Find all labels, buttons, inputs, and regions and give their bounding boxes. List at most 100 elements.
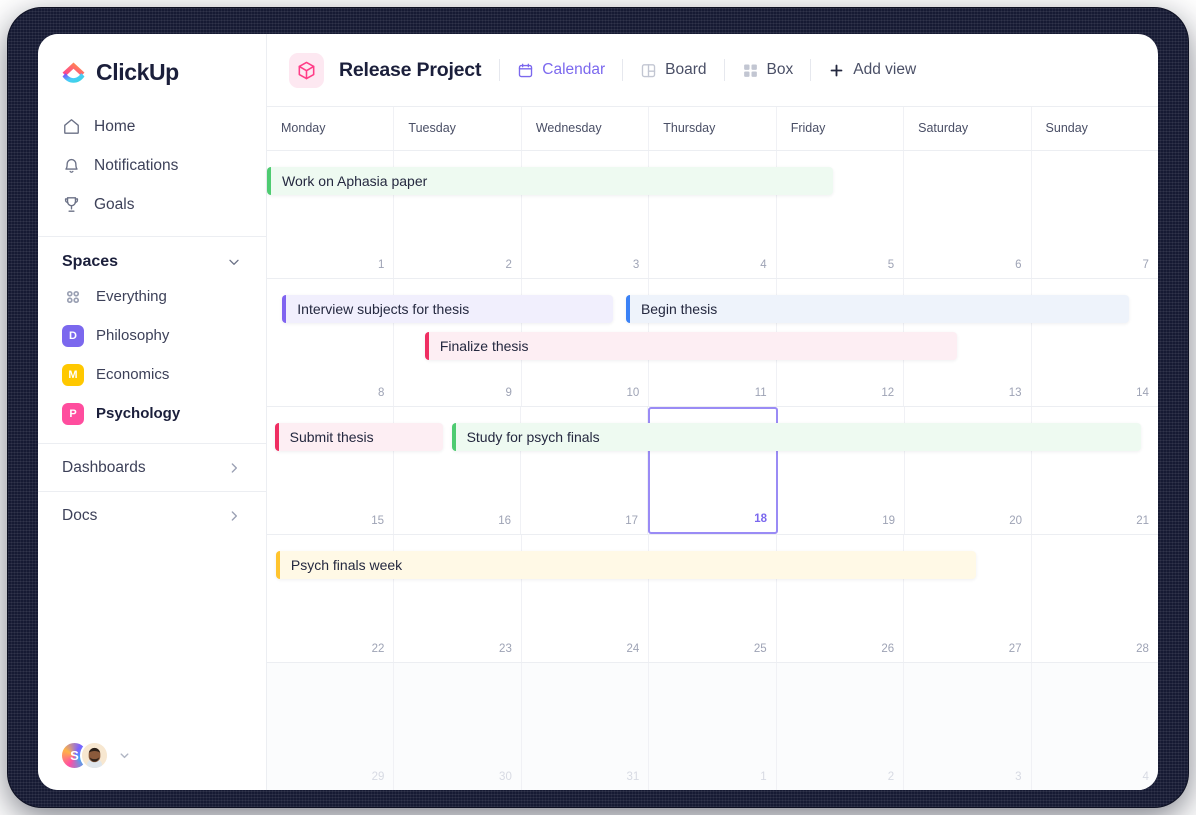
grid-dots-icon xyxy=(62,286,84,308)
day-number: 14 xyxy=(1136,387,1149,399)
event-label: Work on Aphasia paper xyxy=(271,173,427,189)
trophy-icon xyxy=(62,195,81,214)
calendar-weeks: 1234567Work on Aphasia paper891011121314… xyxy=(267,151,1158,790)
space-badge: P xyxy=(62,403,84,425)
sidebar-item-economics[interactable]: M Economics xyxy=(38,355,266,394)
day-number: 12 xyxy=(881,387,894,399)
sidebar-item-label: Dashboards xyxy=(62,459,146,477)
space-label: Everything xyxy=(96,288,167,305)
chevron-right-icon xyxy=(226,460,242,476)
space-label: Psychology xyxy=(96,405,180,422)
box-icon xyxy=(742,62,759,79)
tab-calendar[interactable]: Calendar xyxy=(500,53,622,87)
weekday-thursday: Thursday xyxy=(649,107,776,150)
space-label: Economics xyxy=(96,366,169,383)
day-number: 26 xyxy=(881,643,894,655)
chevron-down-icon[interactable] xyxy=(118,749,131,762)
sidebar-item-label: Home xyxy=(94,118,135,136)
user-avatar[interactable] xyxy=(80,741,109,770)
calendar-event[interactable]: Study for psych finals xyxy=(452,423,1142,451)
sidebar-item-goals[interactable]: Goals xyxy=(38,185,266,224)
day-number: 3 xyxy=(1015,771,1021,783)
day-number: 21 xyxy=(1136,515,1149,527)
day-number: 6 xyxy=(1015,259,1021,271)
day-number: 24 xyxy=(626,643,639,655)
clickup-logo-icon xyxy=(60,59,87,86)
calendar-event[interactable]: Finalize thesis xyxy=(425,332,957,360)
brand-logo[interactable]: ClickUp xyxy=(38,34,266,86)
day-number: 27 xyxy=(1009,643,1022,655)
calendar-day-cell[interactable]: 28 xyxy=(1032,535,1158,662)
day-number: 29 xyxy=(372,771,385,783)
topbar: Release Project Calendar Board xyxy=(267,34,1158,107)
add-view-button[interactable]: Add view xyxy=(811,53,933,87)
board-icon xyxy=(640,62,657,79)
sidebar-item-dashboards[interactable]: Dashboards xyxy=(38,443,266,491)
calendar-day-cell[interactable]: 4 xyxy=(1032,663,1158,790)
sidebar-item-label: Goals xyxy=(94,196,135,214)
sidebar: ClickUp Home Notifications xyxy=(38,34,267,790)
calendar-day-cell[interactable]: 3 xyxy=(904,663,1031,790)
sidebar-item-psychology[interactable]: P Psychology xyxy=(38,394,266,433)
day-number: 9 xyxy=(505,387,511,399)
day-number: 10 xyxy=(626,387,639,399)
day-number: 30 xyxy=(499,771,512,783)
calendar-day-cell[interactable]: 31 xyxy=(522,663,649,790)
plus-icon xyxy=(828,62,845,79)
sidebar-item-label: Docs xyxy=(62,507,97,525)
calendar-event[interactable]: Psych finals week xyxy=(276,551,976,579)
calendar-event[interactable]: Begin thesis xyxy=(626,295,1129,323)
sidebar-item-philosophy[interactable]: D Philosophy xyxy=(38,316,266,355)
project-icon-wrap xyxy=(289,53,324,88)
calendar-day-cells: 29 30 31 1 2 3 4 xyxy=(267,663,1158,790)
add-view-label: Add view xyxy=(853,61,916,79)
day-number: 22 xyxy=(372,643,385,655)
sidebar-item-notifications[interactable]: Notifications xyxy=(38,146,266,185)
chevron-down-icon[interactable] xyxy=(226,254,242,270)
event-label: Finalize thesis xyxy=(429,338,529,354)
app-window: ClickUp Home Notifications xyxy=(38,34,1158,790)
day-number: 17 xyxy=(625,515,638,527)
primary-nav: Home Notifications Goals xyxy=(38,107,266,224)
event-label: Study for psych finals xyxy=(456,429,600,445)
main-content: Release Project Calendar Board xyxy=(267,34,1158,790)
calendar-day-cell[interactable]: 29 xyxy=(267,663,394,790)
calendar-day-cell[interactable]: 1 xyxy=(649,663,776,790)
chevron-right-icon xyxy=(226,508,242,524)
day-number: 31 xyxy=(626,771,639,783)
day-number: 20 xyxy=(1009,515,1022,527)
calendar-event[interactable]: Interview subjects for thesis xyxy=(282,295,613,323)
space-badge: D xyxy=(62,325,84,347)
spaces-header[interactable]: Spaces xyxy=(38,237,266,277)
calendar-week: 1234567Work on Aphasia paper xyxy=(267,151,1158,279)
sidebar-item-docs[interactable]: Docs xyxy=(38,491,266,539)
calendar-event[interactable]: Work on Aphasia paper xyxy=(267,167,833,195)
event-label: Interview subjects for thesis xyxy=(286,301,469,317)
day-number: 23 xyxy=(499,643,512,655)
day-number: 11 xyxy=(755,387,767,399)
weekday-tuesday: Tuesday xyxy=(394,107,521,150)
day-number: 2 xyxy=(888,771,894,783)
cube-icon xyxy=(296,60,317,81)
calendar-event[interactable]: Submit thesis xyxy=(275,423,443,451)
weekday-monday: Monday xyxy=(267,107,394,150)
tab-board[interactable]: Board xyxy=(623,53,723,87)
day-number: 5 xyxy=(888,259,894,271)
calendar-day-cell[interactable]: 7 xyxy=(1032,151,1158,278)
sidebar-item-home[interactable]: Home xyxy=(38,107,266,146)
tab-box[interactable]: Box xyxy=(725,53,811,87)
bell-icon xyxy=(62,156,81,175)
user-account-switcher[interactable]: S xyxy=(60,741,131,770)
calendar-day-cell[interactable]: 2 xyxy=(777,663,904,790)
day-number: 15 xyxy=(371,515,384,527)
event-label: Psych finals week xyxy=(280,557,402,573)
calendar-day-cell[interactable]: 6 xyxy=(904,151,1031,278)
tab-label: Board xyxy=(665,61,706,79)
day-number: 4 xyxy=(1143,771,1149,783)
calendar-day-cell[interactable]: 30 xyxy=(394,663,521,790)
day-number: 19 xyxy=(882,515,895,527)
user-avatar-photo-icon xyxy=(82,741,107,770)
calendar-icon xyxy=(517,62,534,79)
sidebar-item-everything[interactable]: Everything xyxy=(38,277,266,316)
tab-label: Calendar xyxy=(542,61,605,79)
